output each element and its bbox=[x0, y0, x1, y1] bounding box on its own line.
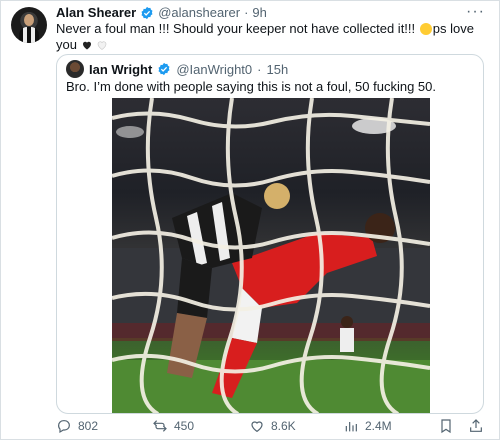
football-goal-net-photo[interactable] bbox=[112, 98, 430, 413]
tweet-card: Alan Shearer @alanshearer · 9h ··· Never… bbox=[0, 0, 500, 440]
tweet-header: Alan Shearer @alanshearer · 9h bbox=[56, 5, 267, 20]
share-icon bbox=[470, 419, 482, 432]
author-handle[interactable]: @alanshearer bbox=[158, 5, 240, 20]
bookmark-button[interactable] bbox=[438, 418, 454, 434]
quoted-tweet-text: Bro. I’m done with people saying this is… bbox=[66, 79, 436, 94]
quoted-tweet-header: Ian Wright @IanWright0 · 15h bbox=[66, 60, 288, 78]
tweet-text-part1: Never a foul man !!! Should your keeper … bbox=[56, 21, 416, 36]
views-button[interactable]: 2.4M bbox=[343, 418, 392, 434]
shushing-face-emoji-icon bbox=[419, 23, 432, 35]
views-count: 2.4M bbox=[365, 419, 392, 433]
tweet-actions: 802 450 8.6K 2.4M bbox=[56, 418, 486, 438]
dot-separator: · bbox=[257, 61, 262, 77]
dot-separator: · bbox=[244, 5, 249, 20]
tweet-text: Never a foul man !!! Should your keeper … bbox=[56, 21, 486, 53]
white-heart-emoji-icon bbox=[97, 41, 107, 50]
views-chart-icon bbox=[345, 422, 357, 432]
more-horizontal-icon[interactable]: ··· bbox=[466, 3, 485, 21]
repost-icon bbox=[153, 420, 167, 432]
reply-button[interactable]: 802 bbox=[56, 418, 98, 434]
share-button[interactable] bbox=[468, 418, 484, 434]
verified-badge-icon bbox=[158, 62, 170, 76]
quoted-author-handle: @IanWright0 bbox=[176, 61, 253, 77]
black-heart-emoji-icon bbox=[82, 41, 91, 50]
reply-icon bbox=[58, 420, 70, 434]
author-avatar[interactable] bbox=[11, 7, 47, 43]
quoted-tweet[interactable]: Ian Wright @IanWright0 · 15h Bro. I’m do… bbox=[56, 54, 484, 414]
heart-icon bbox=[251, 421, 263, 433]
reply-count: 802 bbox=[78, 419, 99, 433]
verified-badge-icon bbox=[141, 6, 153, 19]
repost-button[interactable]: 450 bbox=[152, 418, 194, 434]
like-button[interactable]: 8.6K bbox=[249, 418, 296, 434]
tweet-time[interactable]: 9h bbox=[252, 5, 266, 20]
author-name[interactable]: Alan Shearer bbox=[56, 5, 136, 20]
quoted-author-avatar bbox=[66, 60, 84, 78]
like-count: 8.6K bbox=[271, 419, 296, 433]
quoted-author-name: Ian Wright bbox=[89, 61, 153, 77]
quoted-tweet-time: 15h bbox=[266, 61, 289, 77]
repost-count: 450 bbox=[174, 419, 195, 433]
bookmark-icon bbox=[441, 419, 451, 434]
